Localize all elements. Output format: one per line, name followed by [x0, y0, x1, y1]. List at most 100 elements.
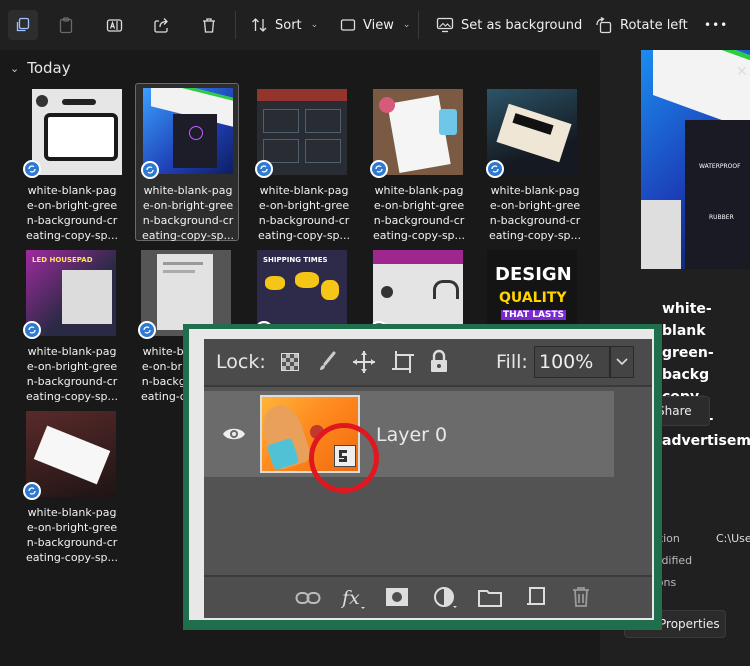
- location-value: C:\Use: [716, 532, 750, 545]
- file-name: white-blank-pag e-on-bright-gree n-backg…: [25, 184, 119, 242]
- fill-label: Fill:: [496, 351, 528, 373]
- fill-value: 100%: [539, 351, 594, 373]
- sync-status-icon: [255, 160, 273, 178]
- thumbnail-caption: QUALITY: [499, 290, 567, 306]
- rename-icon: [106, 18, 122, 32]
- share-button[interactable]: [151, 10, 171, 40]
- adjustment-layer-icon[interactable]: [433, 586, 459, 610]
- sync-status-icon: [370, 160, 388, 178]
- lock-row: Lock: Fill: 100%: [204, 339, 652, 387]
- file-item-selected[interactable]: white-blank-pag e-on-bright-gree n-backg…: [135, 83, 239, 242]
- file-item[interactable]: white-blank-pag e-on-bright-gree n-backg…: [20, 85, 124, 243]
- thumbnail-caption: THAT LASTS: [501, 310, 567, 320]
- share-icon: [153, 17, 168, 33]
- thumbnail-caption: LED HOUSEPAD: [32, 256, 93, 264]
- desktop-background-icon: [436, 17, 454, 33]
- copy-button[interactable]: [8, 10, 38, 40]
- file-item[interactable]: white-blank-pag e-on-bright-gree n-backg…: [20, 407, 124, 565]
- file-name: white-blank-pag e-on-bright-gree n-backg…: [25, 345, 119, 403]
- sync-status-icon: [486, 160, 504, 178]
- clipboard-icon: [59, 16, 73, 33]
- layers-panel: Lock: Fill: 100% Layer 0 fx: [204, 339, 652, 618]
- preview-image: WATERPROOF RUBBER: [641, 50, 750, 269]
- sync-status-icon: [138, 321, 156, 339]
- layer-name: Layer 0: [376, 424, 448, 446]
- sort-label: Sort: [275, 17, 302, 33]
- file-item[interactable]: white-blank-pag e-on-bright-gree n-backg…: [252, 85, 356, 243]
- command-bar: Sort ⌄ View ⌄ Set as background Rotate l…: [0, 0, 750, 51]
- chevron-down-icon: ⌄: [10, 61, 20, 75]
- more-options-label: •••: [704, 18, 729, 32]
- lock-artboard-icon[interactable]: [391, 350, 415, 374]
- file-item[interactable]: white-blank-pag e-on-bright-gree n-backg…: [483, 85, 587, 243]
- trash-icon: [203, 17, 215, 33]
- chevron-down-icon: ⌄: [402, 20, 411, 30]
- file-name: white-blank-pag e-on-bright-gree n-backg…: [488, 184, 582, 242]
- file-name: white-blank-pag e-on-bright-gree n-backg…: [257, 184, 351, 242]
- file-item[interactable]: LED HOUSEPAD white-blank-pag e-on-bright…: [20, 246, 124, 404]
- add-mask-icon[interactable]: [385, 587, 409, 607]
- sync-status-icon: [23, 482, 41, 500]
- delete-button[interactable]: [199, 10, 219, 40]
- thumbnail-image: [32, 89, 122, 175]
- properties-label: Properties: [659, 617, 720, 631]
- layer-row[interactable]: Layer 0: [204, 391, 614, 493]
- eye-icon[interactable]: [222, 426, 246, 442]
- chevron-down-icon: ⌄: [310, 20, 319, 30]
- photoshop-screenshot-overlay: Lock: Fill: 100% Layer 0 fx: [183, 324, 662, 630]
- paste-button[interactable]: [56, 10, 76, 40]
- file-name: white-blank-pag e-on-bright-gree n-backg…: [141, 184, 235, 242]
- view-icon: [340, 19, 356, 31]
- fill-input[interactable]: 100%: [534, 346, 610, 378]
- overlay-frame: Lock: Fill: 100% Layer 0 fx: [189, 329, 654, 620]
- lock-position-icon[interactable]: [352, 350, 376, 374]
- rotate-left-label: Rotate left: [620, 17, 688, 33]
- link-layers-icon[interactable]: [295, 591, 321, 605]
- thumbnail-image: [373, 89, 463, 175]
- separator: [235, 11, 236, 39]
- rename-button[interactable]: [104, 10, 124, 40]
- sort-button[interactable]: Sort ⌄: [251, 10, 318, 40]
- delete-layer-icon[interactable]: [571, 586, 591, 608]
- preview-caption: WATERPROOF: [699, 163, 741, 170]
- lock-transparent-pixels-icon[interactable]: [281, 353, 299, 371]
- sync-status-icon: [23, 321, 41, 339]
- thumbnail-caption: SHIPPING TIMES: [263, 256, 328, 264]
- file-name: white-blank-pag e-on-bright-gree n-backg…: [25, 506, 119, 564]
- details-title: white-blank green-backg copy-space- adve…: [662, 301, 750, 449]
- separator: [418, 11, 419, 39]
- view-button[interactable]: View ⌄: [340, 10, 410, 40]
- thumbnail-caption: DESIGN: [495, 264, 572, 285]
- rotate-left-icon: [596, 16, 612, 33]
- thumbnail-image: [26, 411, 116, 497]
- details-share-label: Share: [657, 404, 692, 418]
- new-group-folder-icon[interactable]: [478, 588, 502, 607]
- set-as-background-label: Set as background: [461, 17, 583, 33]
- more-options-button[interactable]: •••: [704, 10, 728, 40]
- sort-icon: [252, 18, 267, 32]
- fill-dropdown-button[interactable]: [610, 346, 634, 378]
- view-label: View: [363, 17, 394, 33]
- preview-caption: RUBBER: [709, 214, 734, 221]
- chevron-down-icon: [616, 358, 628, 366]
- svg-text:fx: fx: [341, 587, 360, 609]
- rotate-left-button[interactable]: Rotate left: [595, 10, 688, 40]
- highlight-circle-annotation: [309, 423, 379, 493]
- group-label: Today: [27, 59, 71, 77]
- layer-effects-icon[interactable]: fx: [341, 585, 367, 611]
- new-layer-icon[interactable]: [526, 586, 548, 608]
- lock-label: Lock:: [216, 351, 266, 373]
- copy-icon: [16, 17, 30, 32]
- group-header-today[interactable]: ⌄ Today: [10, 59, 71, 77]
- thumbnail-image: LED HOUSEPAD: [26, 250, 116, 336]
- sync-status-icon: [23, 160, 41, 178]
- file-name: white-blank-pag e-on-bright-gree n-backg…: [372, 184, 466, 242]
- set-as-background-button[interactable]: Set as background: [436, 10, 582, 40]
- layers-panel-footer: fx: [204, 575, 652, 618]
- lock-all-icon[interactable]: [430, 349, 448, 373]
- close-details-icon[interactable]: ✕: [736, 64, 748, 80]
- file-item[interactable]: white-blank-pag e-on-bright-gree n-backg…: [367, 85, 471, 243]
- sync-status-icon: [141, 161, 159, 179]
- lock-image-pixels-icon[interactable]: [317, 351, 337, 373]
- thumbnail-image: [143, 88, 233, 174]
